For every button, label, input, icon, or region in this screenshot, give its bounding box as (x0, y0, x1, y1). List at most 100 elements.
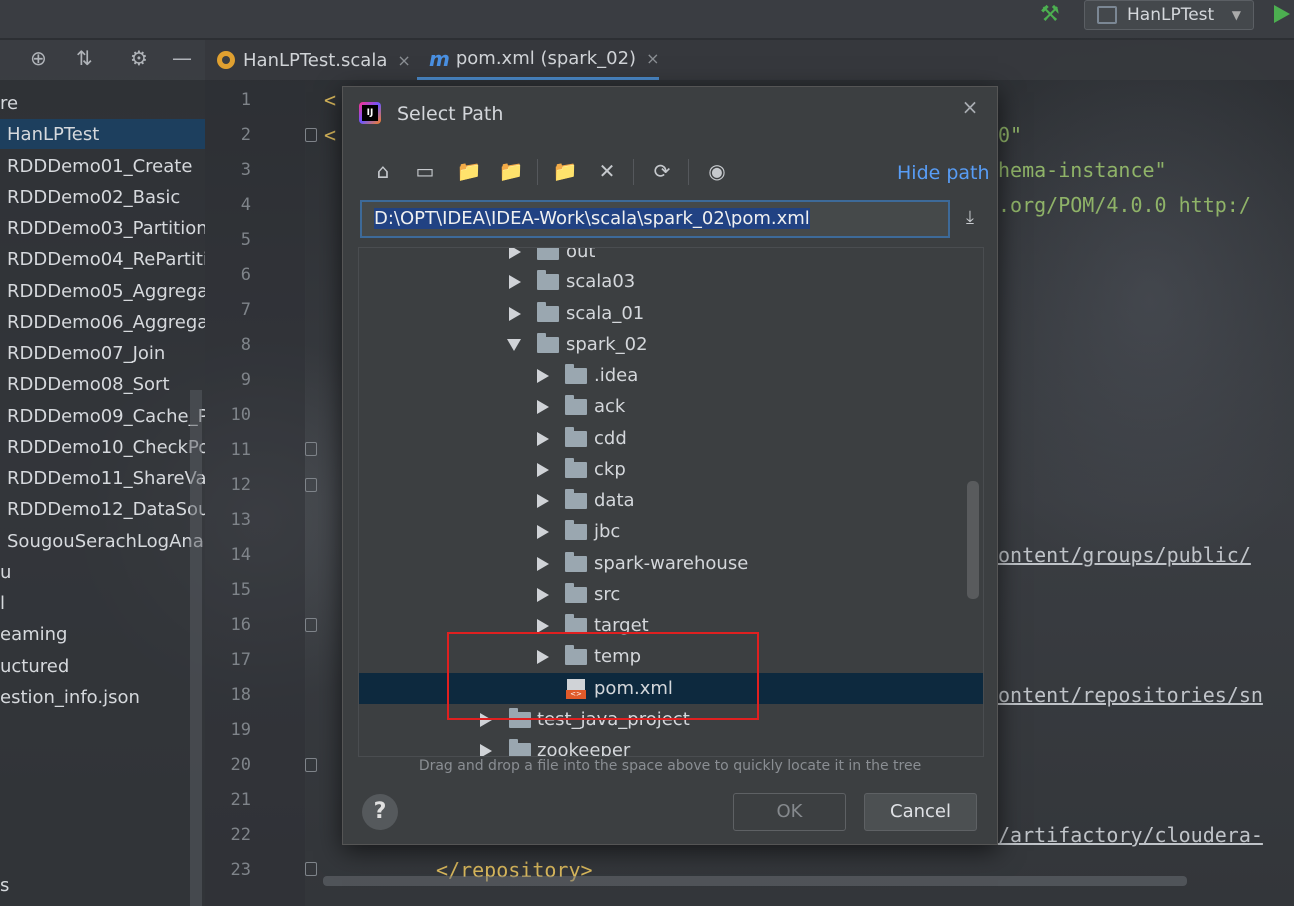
close-icon[interactable]: × (397, 51, 410, 70)
sidebar-item[interactable]: l (0, 588, 205, 618)
tree-item-scala03[interactable]: scala03 (359, 266, 983, 297)
fold-marker[interactable] (305, 758, 317, 772)
tree-item-label: scala_01 (566, 303, 645, 324)
sidebar-item[interactable]: RDDDemo06_Aggrega (0, 307, 205, 337)
collapse-icon[interactable]: ⇅ (76, 46, 93, 70)
tab-hanlptest[interactable]: HanLPTest.scala × (205, 40, 411, 80)
sidebar-item[interactable]: RDDDemo04_RePartiti (0, 244, 205, 274)
close-icon[interactable]: × (646, 49, 659, 68)
expand-arrow-icon[interactable] (537, 493, 549, 508)
tree-item-label: scala03 (566, 271, 636, 292)
tree-item-src[interactable]: src (359, 579, 983, 610)
project-folder-icon[interactable]: 📁 (455, 157, 483, 185)
expand-arrow-icon[interactable] (509, 274, 521, 289)
tree-item-zookeeper[interactable]: zookeeper (359, 735, 983, 757)
show-hidden-icon[interactable]: ◉ (703, 157, 731, 185)
sidebar-item[interactable]: RDDDemo10_CheckPo (0, 432, 205, 462)
toolbar-separator (537, 159, 538, 185)
expand-arrow-icon[interactable] (537, 462, 549, 477)
minimize-icon[interactable]: — (172, 46, 192, 70)
expand-arrow-icon[interactable] (480, 743, 492, 756)
module-folder-icon[interactable]: 📁 (497, 157, 525, 185)
sidebar-item[interactable]: RDDDemo11_ShareVar (0, 463, 205, 493)
folder-icon (565, 426, 587, 447)
cancel-button[interactable]: Cancel (864, 793, 977, 831)
sidebar-item-label: RDDDemo12_DataSou (7, 498, 205, 520)
tab-pom-xml[interactable]: m pom.xml (spark_02) × (417, 40, 660, 80)
expand-arrow-icon[interactable] (537, 399, 549, 414)
expand-arrow-icon[interactable] (537, 368, 549, 383)
sidebar-item[interactable]: RDDDemo03_Partition (0, 213, 205, 243)
sidebar-item[interactable]: eaming (0, 619, 205, 649)
run-config-selector[interactable]: HanLPTest ▼ (1084, 0, 1254, 30)
sidebar-item-label: s (0, 874, 10, 896)
collapse-arrow-icon[interactable] (507, 338, 521, 351)
expand-arrow-icon[interactable] (537, 431, 549, 446)
sidebar-item-label: RDDDemo08_Sort (7, 373, 170, 395)
tree-item-label: zookeeper (537, 740, 631, 757)
path-input[interactable]: D:\OPT\IDEA\IDEA-Work\scala\spark_02\pom… (360, 200, 950, 238)
fold-marker[interactable] (305, 618, 317, 632)
sidebar-item[interactable]: HanLPTest (0, 119, 205, 149)
expand-arrow-icon[interactable] (537, 587, 549, 602)
tree-item-data[interactable]: data (359, 485, 983, 516)
target-icon[interactable]: ⊕ (30, 46, 47, 70)
run-icon[interactable] (1274, 5, 1290, 23)
tree-scrollbar[interactable] (967, 481, 979, 599)
refresh-icon[interactable]: ⟳ (648, 157, 676, 185)
tree-item-spark-warehouse[interactable]: spark-warehouse (359, 548, 983, 579)
code-url[interactable]: ontent/repositories/sn (998, 683, 1263, 707)
sidebar-item[interactable]: RDDDemo01_Create (0, 151, 205, 181)
sidebar-item[interactable]: s (0, 870, 205, 900)
code-url[interactable]: ontent/groups/public/ (998, 543, 1251, 567)
fold-marker[interactable] (305, 862, 317, 876)
expand-arrow-icon[interactable] (509, 306, 521, 321)
delete-icon[interactable]: ✕ (593, 157, 621, 185)
sidebar-item[interactable]: RDDDemo02_Basic (0, 182, 205, 212)
tree-item-ckp[interactable]: ckp (359, 454, 983, 485)
sidebar-item[interactable]: RDDDemo07_Join (0, 338, 205, 368)
tree-item-label: spark_02 (566, 334, 648, 355)
fold-marker[interactable] (305, 442, 317, 456)
sidebar-item[interactable]: SougouSerachLogAnaly (0, 526, 205, 556)
help-button[interactable]: ? (362, 794, 398, 830)
sidebar-item[interactable]: RDDDemo12_DataSou (0, 494, 205, 524)
tree-item-scala01[interactable]: scala_01 (359, 298, 983, 329)
ok-button[interactable]: OK (733, 793, 846, 831)
expand-arrow-icon[interactable] (537, 524, 549, 539)
tree-item-jbc[interactable]: jbc (359, 516, 983, 547)
tree-item-out[interactable]: out (359, 248, 983, 267)
new-folder-icon[interactable]: 📁 (551, 157, 579, 185)
gear-icon[interactable]: ⚙ (130, 46, 148, 70)
folder-icon (537, 269, 559, 290)
sidebar-item-label: uctured (0, 655, 70, 677)
sidebar-item-label: RDDDemo04_RePartiti (7, 248, 205, 270)
download-icon[interactable]: ⤓ (959, 207, 981, 228)
sidebar-item[interactable]: uctured (0, 651, 205, 681)
expand-arrow-icon[interactable] (537, 618, 549, 633)
code-url[interactable]: /artifactory/cloudera- (998, 823, 1263, 847)
sidebar-item[interactable]: RDDDemo09_Cache_Pe (0, 401, 205, 431)
fold-marker[interactable] (305, 128, 317, 142)
expand-arrow-icon[interactable] (537, 556, 549, 571)
tree-item-spark02[interactable]: spark_02 (359, 329, 983, 360)
close-icon[interactable]: × (957, 95, 983, 121)
sidebar-item[interactable]: RDDDemo05_Aggrega (0, 276, 205, 306)
sidebar-scrollbar[interactable] (190, 390, 202, 906)
sidebar-item[interactable]: u (0, 557, 205, 587)
tree-item-cdd[interactable]: cdd (359, 423, 983, 454)
editor-horizontal-scrollbar[interactable] (323, 876, 1187, 886)
sidebar-item[interactable]: estion_info.json (0, 682, 205, 712)
tree-item-idea[interactable]: .idea (359, 360, 983, 391)
sidebar-item[interactable]: re (0, 88, 205, 118)
expand-arrow-icon[interactable] (509, 248, 521, 259)
hammer-icon[interactable]: ⚒ (1040, 2, 1060, 27)
sidebar-item-label: RDDDemo09_Cache_Pe (7, 405, 205, 427)
project-sidebar: re HanLPTest RDDDemo01_Create RDDDemo02_… (0, 80, 205, 906)
fold-marker[interactable] (305, 478, 317, 492)
desktop-icon[interactable]: ▭ (411, 157, 439, 185)
home-icon[interactable]: ⌂ (369, 157, 397, 185)
tree-item-ack[interactable]: ack (359, 391, 983, 422)
hide-path-link[interactable]: Hide path (897, 162, 990, 184)
sidebar-item[interactable]: RDDDemo08_Sort (0, 369, 205, 399)
